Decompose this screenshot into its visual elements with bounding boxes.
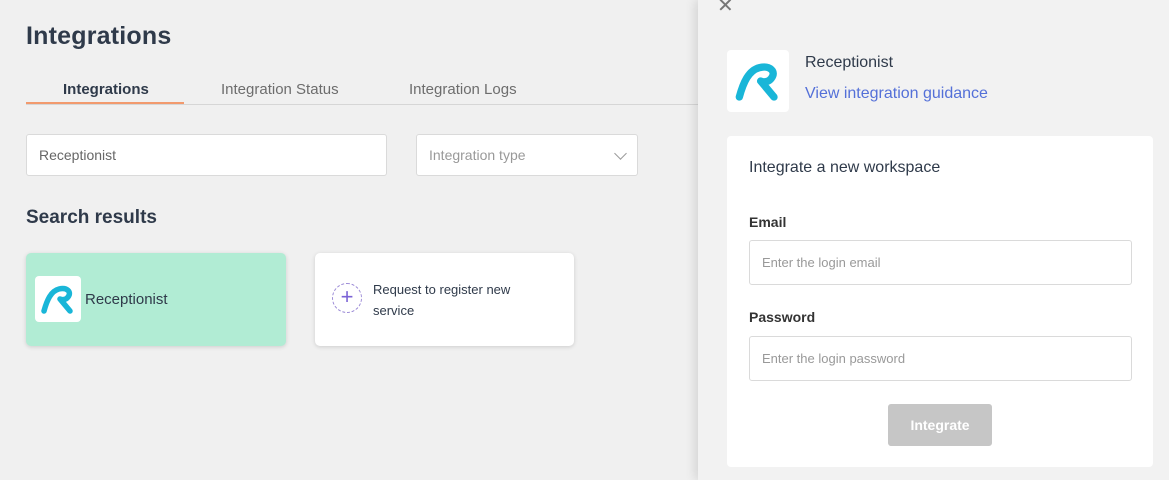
result-card-receptionist[interactable]: Receptionist (26, 253, 286, 346)
password-label: Password (749, 309, 816, 325)
tab-bar: Integrations Integration Status Integrat… (26, 78, 698, 105)
form-title: Integrate a new workspace (749, 159, 941, 176)
integrate-button[interactable]: Integrate (888, 404, 992, 446)
chevron-down-icon (614, 147, 627, 160)
page-title: Integrations (26, 22, 172, 50)
close-icon[interactable]: ✕ (717, 0, 734, 16)
tab-integration-status[interactable]: Integration Status (221, 81, 339, 98)
email-label: Email (749, 214, 787, 230)
receptionist-logo-icon (35, 276, 81, 322)
tab-integration-logs[interactable]: Integration Logs (409, 81, 517, 98)
active-tab-indicator (26, 102, 184, 104)
integration-side-panel: ✕ Receptionist View integration guidance… (698, 0, 1169, 480)
password-field[interactable]: Enter the login password (749, 336, 1132, 381)
search-input[interactable]: Receptionist (26, 134, 387, 176)
main-content: Integrations Integrations Integration St… (0, 0, 698, 480)
panel-service-name: Receptionist (805, 54, 894, 71)
integrate-workspace-form: Integrate a new workspace Email Enter th… (727, 136, 1153, 467)
result-card-label: Receptionist (85, 291, 168, 308)
receptionist-logo-icon (727, 50, 789, 112)
integration-type-placeholder: Integration type (429, 147, 526, 163)
tab-integrations[interactable]: Integrations (63, 81, 149, 98)
integration-guidance-link[interactable]: View integration guidance (805, 85, 988, 103)
email-field[interactable]: Enter the login email (749, 240, 1132, 285)
request-register-label: Request to register new service (373, 282, 511, 318)
plus-icon: + (332, 283, 362, 313)
request-register-card[interactable]: + Request to register new service (315, 253, 574, 346)
search-results-title: Search results (26, 207, 157, 228)
integration-type-select[interactable]: Integration type (416, 134, 638, 176)
